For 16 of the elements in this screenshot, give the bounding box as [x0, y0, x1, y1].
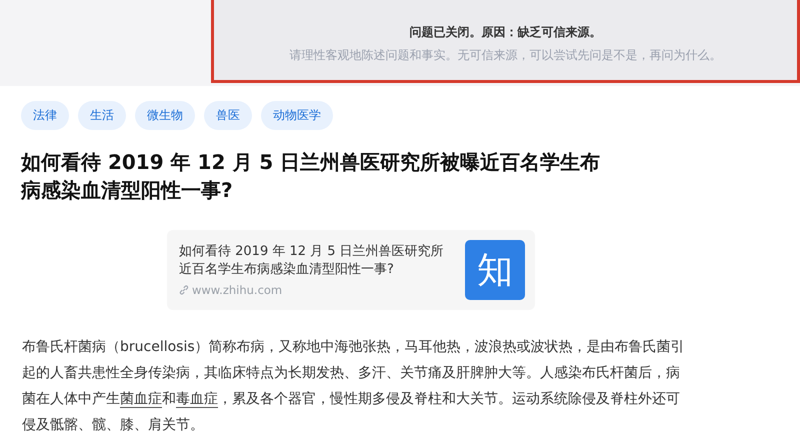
card-title: 如何看待 2019 年 12 月 5 日兰州兽医研究所近百名学生布病感染血清型阳性一事?	[179, 243, 445, 279]
term-link[interactable]: 毒血症	[176, 391, 218, 408]
topic-tag[interactable]: 法律	[21, 101, 69, 130]
term-link[interactable]: 菌血症	[120, 391, 162, 408]
topic-tag[interactable]: 动物医学	[261, 101, 333, 130]
link-icon	[179, 285, 189, 295]
topic-tag[interactable]: 微生物	[135, 101, 195, 130]
notice-message: 请理性客观地陈述问题和事实。无可信来源，可以尝试先问是不是，再问为什么。	[290, 47, 722, 64]
notice-title: 问题已关闭。原因：缺乏可信来源。	[410, 24, 602, 41]
question-title: 如何看待 2019 年 12 月 5 日兰州兽医研究所被曝近百名学生布病感染血清型阳性一事?	[21, 149, 602, 204]
site-logo: 知	[465, 240, 525, 300]
topic-tag[interactable]: 兽医	[204, 101, 252, 130]
link-card[interactable]: 如何看待 2019 年 12 月 5 日兰州兽医研究所近百名学生布病感染血清型阳性一事? www.zhihu.com 知	[167, 230, 535, 310]
card-url: www.zhihu.com	[192, 283, 282, 297]
answer-paragraph: 布鲁氏杆菌病（brucellosis）简称布病，又称地中海弛张热，马耳他热，波浪热或波状热，是由布鲁氏菌引起的人畜共患性全身传染病，其临床特点为长期发热、多汗、关节痛及肝脾肿大等。人感染布氏杆菌后，病菌在人体中产生菌血症和毒血症，累及各个器官，慢性期多侵及脊柱和大关节。运动系统除侵及脊柱外还可侵及骶髂、髋、膝、肩关节。	[22, 338, 686, 435]
topic-tag[interactable]: 生活	[78, 101, 126, 130]
